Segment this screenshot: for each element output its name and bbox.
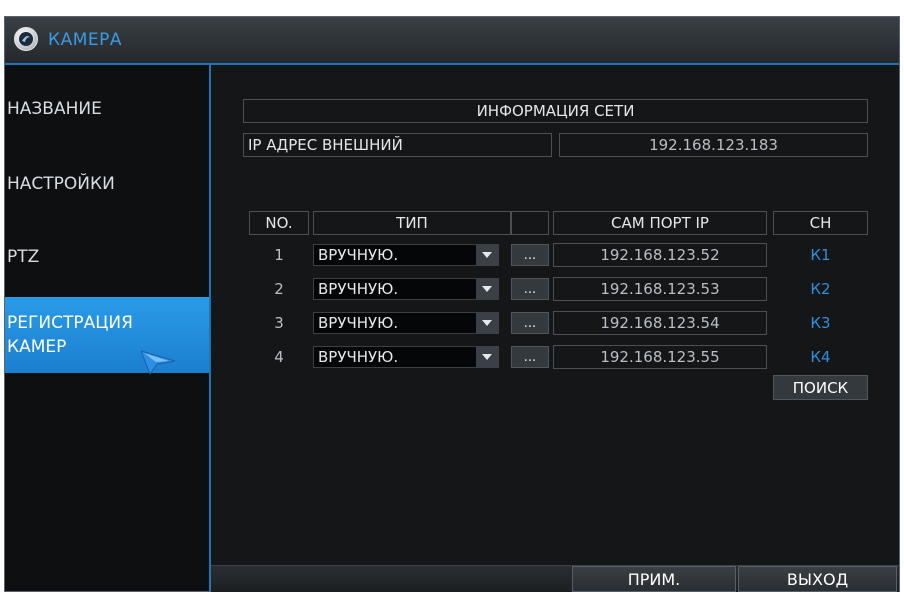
row-number: 1 [274, 246, 284, 264]
title-bar: КАМЕРА [5, 17, 899, 65]
search-button[interactable]: ПОИСК [773, 375, 868, 400]
type-select-value: ВРУЧНУЮ. [318, 246, 399, 264]
channel-label: К1 [810, 246, 831, 264]
camera-settings-window: КАМЕРА НАЗВАНИЕ НАСТРОЙКИ PTZ РЕГИСТРАЦИ… [4, 16, 900, 592]
row-number: 2 [274, 280, 284, 298]
exit-button[interactable]: ВЫХОД [738, 566, 897, 592]
dropdown-arrow-icon [476, 245, 498, 265]
type-select[interactable]: ВРУЧНУЮ. [313, 278, 499, 300]
camera-ip-field[interactable]: 192.168.123.52 [553, 243, 767, 267]
column-header-no: NO. [249, 211, 309, 235]
column-header-type: ТИП [313, 211, 511, 235]
type-select[interactable]: ВРУЧНУЮ. [313, 244, 499, 266]
channel-label: К3 [810, 314, 831, 332]
external-ip-value: 192.168.123.183 [559, 133, 868, 157]
column-header-ch: CH [773, 211, 868, 235]
sidebar-item-ptz[interactable]: PTZ [5, 245, 209, 269]
type-select[interactable]: ВРУЧНУЮ. [313, 312, 499, 334]
more-options-button[interactable]: ... [511, 278, 549, 300]
sidebar-item-settings[interactable]: НАСТРОЙКИ [5, 172, 209, 196]
network-info-header: ИНФОРМАЦИЯ СЕТИ [243, 99, 868, 123]
window-title: КАМЕРА [48, 30, 122, 50]
main-panel: ИНФОРМАЦИЯ СЕТИ IP АДРЕС ВНЕШНИЙ 192.168… [211, 65, 899, 592]
dropdown-arrow-icon [476, 347, 498, 367]
column-header-blank [511, 211, 549, 235]
external-ip-label: IP АДРЕС ВНЕШНИЙ [243, 133, 552, 157]
type-select[interactable]: ВРУЧНУЮ. [313, 346, 499, 368]
mouse-cursor-icon [140, 349, 177, 379]
camera-logo-icon [14, 27, 38, 51]
type-select-value: ВРУЧНУЮ. [318, 348, 399, 366]
sidebar-item-label-line1: РЕГИСТРАЦИЯ [7, 313, 133, 333]
dropdown-arrow-icon [476, 279, 498, 299]
more-options-button[interactable]: ... [511, 346, 549, 368]
sidebar-item-label-line2: КАМЕР [7, 337, 67, 357]
type-select-value: ВРУЧНУЮ. [318, 280, 399, 298]
bottom-bar: ПРИМ. ВЫХОД [211, 565, 899, 592]
camera-ip-field[interactable]: 192.168.123.55 [553, 345, 767, 369]
dropdown-arrow-icon [476, 313, 498, 333]
channel-label: К4 [810, 348, 831, 366]
row-number: 3 [274, 314, 284, 332]
camera-ip-field[interactable]: 192.168.123.53 [553, 277, 767, 301]
apply-button[interactable]: ПРИМ. [572, 566, 736, 592]
sidebar-item-label: НАЗВАНИЕ [7, 99, 102, 119]
row-number: 4 [274, 348, 284, 366]
sidebar-item-label: НАСТРОЙКИ [7, 174, 115, 194]
screen: КАМЕРА НАЗВАНИЕ НАСТРОЙКИ PTZ РЕГИСТРАЦИ… [0, 0, 904, 592]
sidebar-item-camera-registration[interactable]: РЕГИСТРАЦИЯ КАМЕР [5, 297, 209, 373]
sidebar-item-name[interactable]: НАЗВАНИЕ [5, 97, 209, 121]
channel-label: К2 [810, 280, 831, 298]
sidebar: НАЗВАНИЕ НАСТРОЙКИ PTZ РЕГИСТРАЦИЯ КАМЕР [5, 65, 211, 591]
column-header-cam-port-ip: САМ ПОРТ IP [553, 211, 767, 235]
more-options-button[interactable]: ... [511, 244, 549, 266]
sidebar-item-label: PTZ [7, 247, 40, 267]
camera-ip-field[interactable]: 192.168.123.54 [553, 311, 767, 335]
more-options-button[interactable]: ... [511, 312, 549, 334]
type-select-value: ВРУЧНУЮ. [318, 314, 399, 332]
